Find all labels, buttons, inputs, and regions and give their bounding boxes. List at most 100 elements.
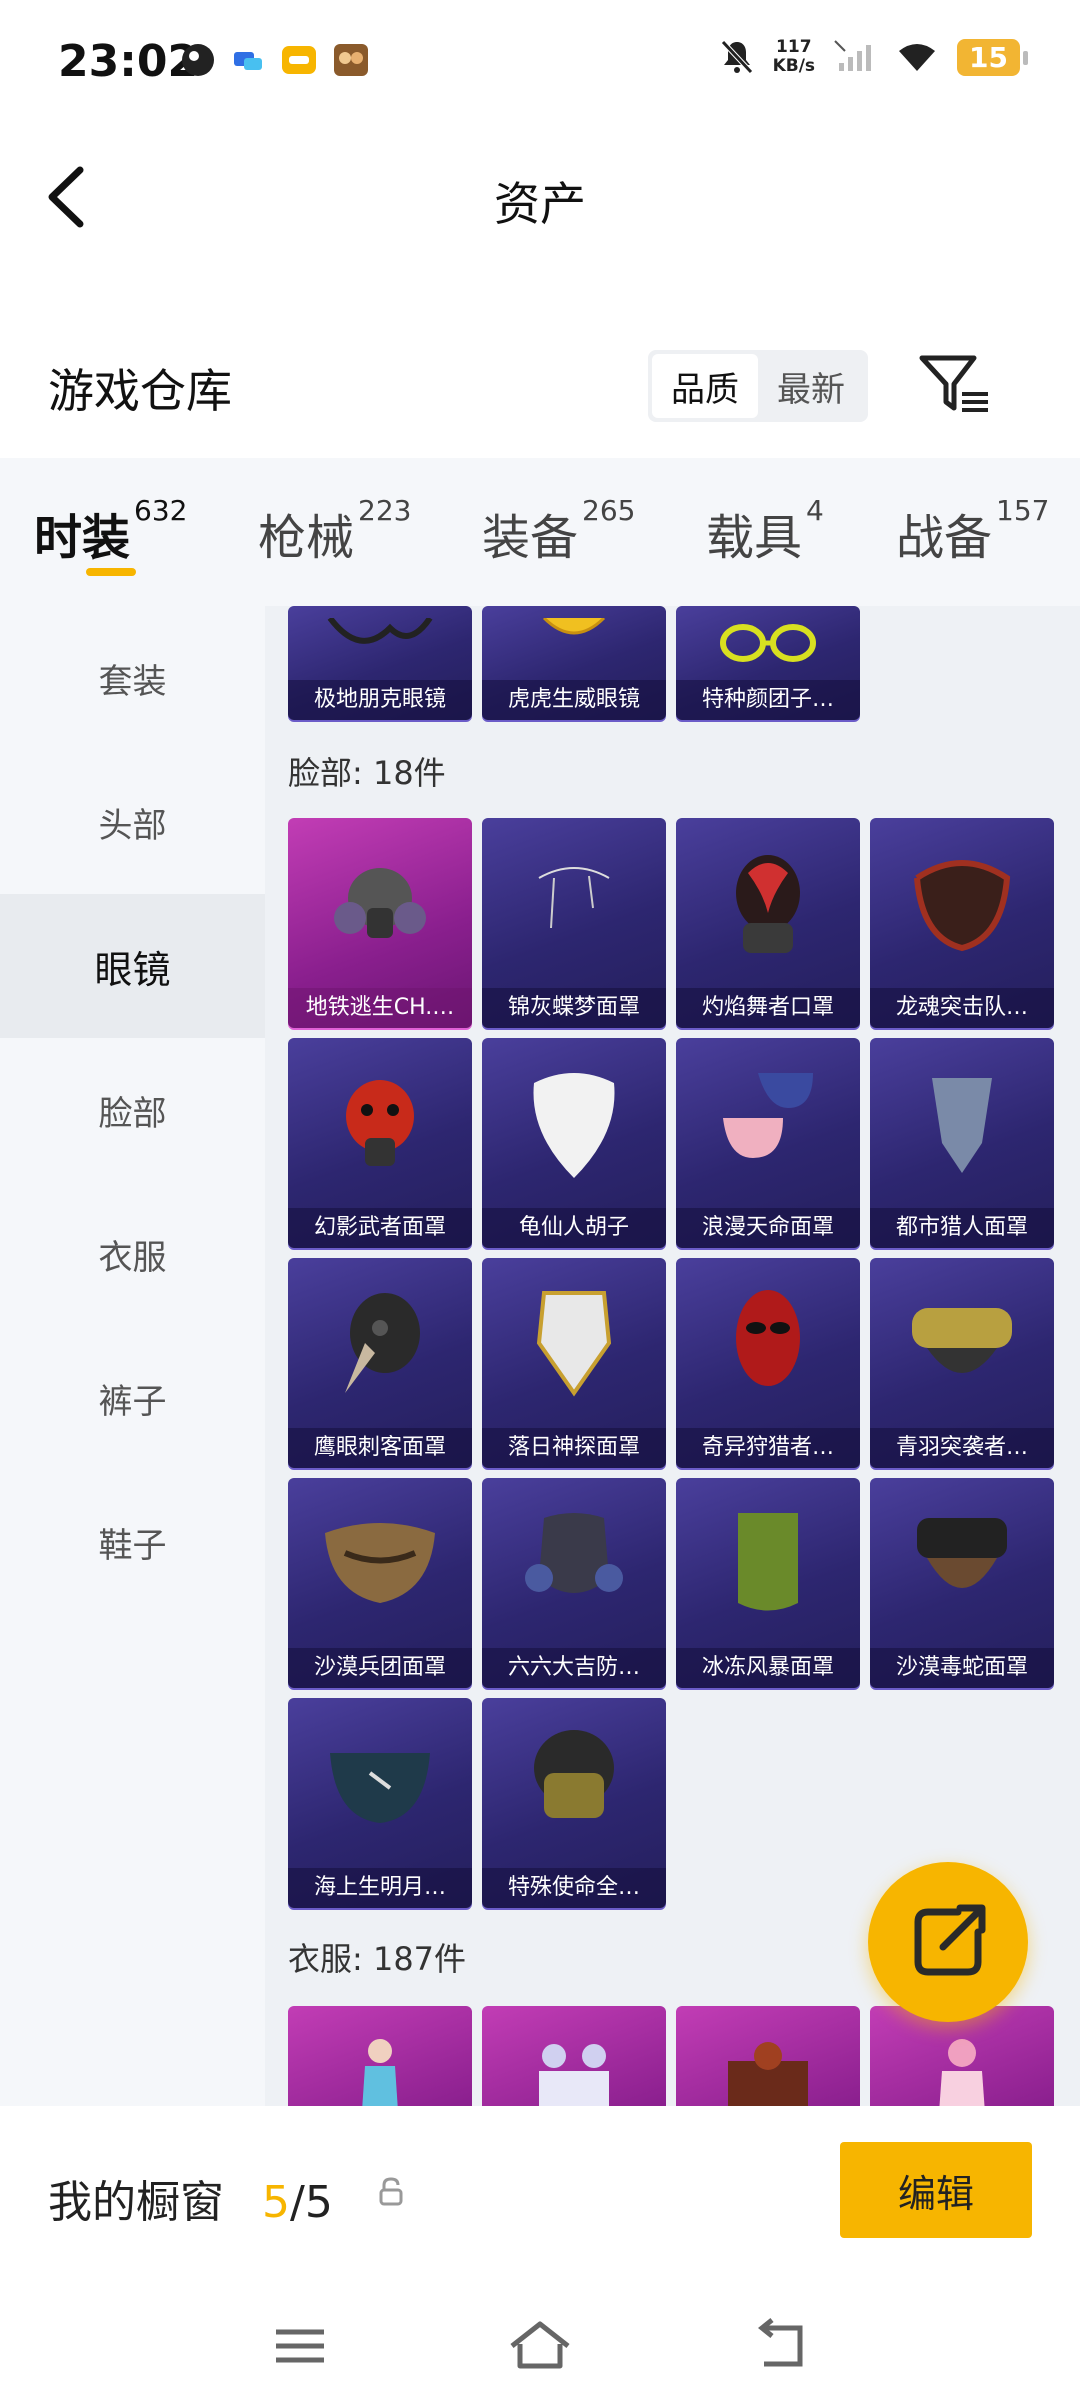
item-card[interactable]: 奇异狩猎者… <box>676 1258 860 1468</box>
vitrine-label: 我的橱窗 <box>48 2177 224 2228</box>
item-image <box>288 1038 472 1208</box>
menu-icon[interactable] <box>260 2316 340 2376</box>
share-button[interactable] <box>868 1862 1028 2022</box>
sort-option-newest[interactable]: 最新 <box>758 354 864 418</box>
status-time: 23:02 <box>58 36 199 87</box>
tab-count: 157 <box>996 494 1050 527</box>
home-icon[interactable] <box>500 2316 580 2376</box>
item-card[interactable]: 虎虎生威眼镜 <box>482 606 666 720</box>
item-name: 灼焰舞者口罩 <box>676 988 860 1028</box>
item-card[interactable]: 锦灰蝶梦面罩 <box>482 818 666 1028</box>
item-card[interactable]: 冰冻风暴面罩 <box>676 1478 860 1688</box>
item-card[interactable]: 浪漫天命面罩 <box>676 1038 860 1248</box>
sidebar-item-pants[interactable]: 裤子 <box>0 1326 265 1470</box>
net-speed-value: 117 <box>776 37 812 57</box>
outfit-image <box>482 2006 666 2106</box>
item-image <box>482 1258 666 1428</box>
item-name: 沙漠兵团面罩 <box>288 1648 472 1688</box>
item-card[interactable]: 幻影武者面罩 <box>288 1038 472 1248</box>
edit-button[interactable]: 编辑 <box>840 2142 1032 2238</box>
item-name: 六六大吉防… <box>482 1648 666 1688</box>
item-image <box>482 1038 666 1208</box>
mute-icon <box>720 40 753 74</box>
item-card[interactable]: 龙魂突击队… <box>870 818 1054 1028</box>
tab-count: 265 <box>582 494 636 527</box>
sort-toggle: 品质 最新 <box>648 350 868 422</box>
item-image <box>676 818 860 988</box>
tab-supplies[interactable]: 战备 157 <box>896 494 1049 568</box>
signal-icon <box>834 40 872 71</box>
sidebar-item-face[interactable]: 脸部 <box>0 1038 265 1182</box>
item-card[interactable]: 沙漠兵团面罩 <box>288 1478 472 1688</box>
tab-count: 632 <box>134 494 188 527</box>
filter-icon[interactable] <box>918 352 994 418</box>
item-image <box>482 1698 666 1868</box>
sidebar: 套装 头部 眼镜 脸部 衣服 裤子 鞋子 <box>0 606 265 2106</box>
item-card[interactable] <box>676 2006 860 2106</box>
item-card[interactable]: 青羽突袭者… <box>870 1258 1054 1468</box>
item-image <box>482 606 666 680</box>
item-card[interactable]: 特殊使命全… <box>482 1698 666 1908</box>
item-name: 浪漫天命面罩 <box>676 1208 860 1248</box>
item-image <box>288 1258 472 1428</box>
tab-guns[interactable]: 枪械 223 <box>258 494 411 568</box>
item-name: 极地朋克眼镜 <box>288 680 472 720</box>
item-card[interactable]: 落日神探面罩 <box>482 1258 666 1468</box>
item-card[interactable]: 海上生明月… <box>288 1698 472 1908</box>
item-card[interactable]: 都市猎人面罩 <box>870 1038 1054 1248</box>
item-image <box>870 1258 1054 1428</box>
item-card[interactable] <box>482 2006 666 2106</box>
tab-label: 载具 <box>706 510 803 566</box>
item-name: 冰冻风暴面罩 <box>676 1648 860 1688</box>
outfit-image <box>676 2006 860 2106</box>
item-name: 龙魂突击队… <box>870 988 1054 1028</box>
system-icons: 117 KB/s 15 <box>719 37 1028 76</box>
item-card[interactable]: 鹰眼刺客面罩 <box>288 1258 472 1468</box>
item-card[interactable]: 龟仙人胡子 <box>482 1038 666 1248</box>
vitrine-total-count: /5 <box>290 2177 333 2228</box>
item-card[interactable]: 六六大吉防… <box>482 1478 666 1688</box>
item-image <box>870 1038 1054 1208</box>
item-name: 都市猎人面罩 <box>870 1208 1054 1248</box>
sidebar-item-shoes[interactable]: 鞋子 <box>0 1470 265 1614</box>
tab-equipment[interactable]: 装备 265 <box>482 494 635 568</box>
item-image <box>482 818 666 988</box>
item-card[interactable]: 沙漠毒蛇面罩 <box>870 1478 1054 1688</box>
tab-count: 223 <box>358 494 412 527</box>
item-card[interactable]: 极地朋克眼镜 <box>288 606 472 720</box>
item-name: 鹰眼刺客面罩 <box>288 1428 472 1468</box>
sort-option-quality[interactable]: 品质 <box>652 354 758 418</box>
item-card[interactable]: 特种颜团子… <box>676 606 860 720</box>
tab-vehicles[interactable]: 载具 4 <box>706 494 824 568</box>
item-name: 锦灰蝶梦面罩 <box>482 988 666 1028</box>
item-card[interactable] <box>288 2006 472 2106</box>
wifi-icon <box>899 44 936 71</box>
sidebar-item-set[interactable]: 套装 <box>0 606 265 750</box>
lock-icon <box>379 2177 403 2206</box>
tab-label: 装备 <box>482 510 579 566</box>
item-image <box>482 1478 666 1648</box>
vitrine-bar: 我的橱窗 5/5 编辑 <box>0 2106 1080 2400</box>
sidebar-item-head[interactable]: 头部 <box>0 750 265 894</box>
category-tabs: 时装 632 枪械 223 装备 265 载具 4 战备 157 <box>0 458 1080 606</box>
app-icon-1 <box>182 44 214 76</box>
system-nav-bar <box>0 2296 1080 2396</box>
item-name: 海上生明月… <box>288 1868 472 1908</box>
net-speed-unit: KB/s <box>772 56 816 76</box>
item-image <box>288 1478 472 1648</box>
tab-label: 时装 <box>34 510 131 566</box>
item-image <box>676 1478 860 1648</box>
sidebar-item-glasses[interactable]: 眼镜 <box>0 894 265 1038</box>
back-icon[interactable] <box>740 2316 820 2376</box>
item-card[interactable]: 地铁逃生CH.… <box>288 818 472 1028</box>
tab-count: 4 <box>806 494 824 527</box>
item-image <box>676 1038 860 1208</box>
item-name: 特种颜团子… <box>676 680 860 720</box>
face-grid: 地铁逃生CH.… 锦灰蝶梦面罩 灼焰舞者口罩 龙魂突击队… 幻影武者面罩 龟仙人… <box>288 818 1054 1908</box>
item-card[interactable]: 灼焰舞者口罩 <box>676 818 860 1028</box>
sidebar-item-clothes[interactable]: 衣服 <box>0 1182 265 1326</box>
tab-fashion[interactable]: 时装 632 <box>34 494 187 568</box>
notification-icons <box>180 42 370 78</box>
game-icon <box>334 44 368 76</box>
item-image <box>676 606 860 680</box>
